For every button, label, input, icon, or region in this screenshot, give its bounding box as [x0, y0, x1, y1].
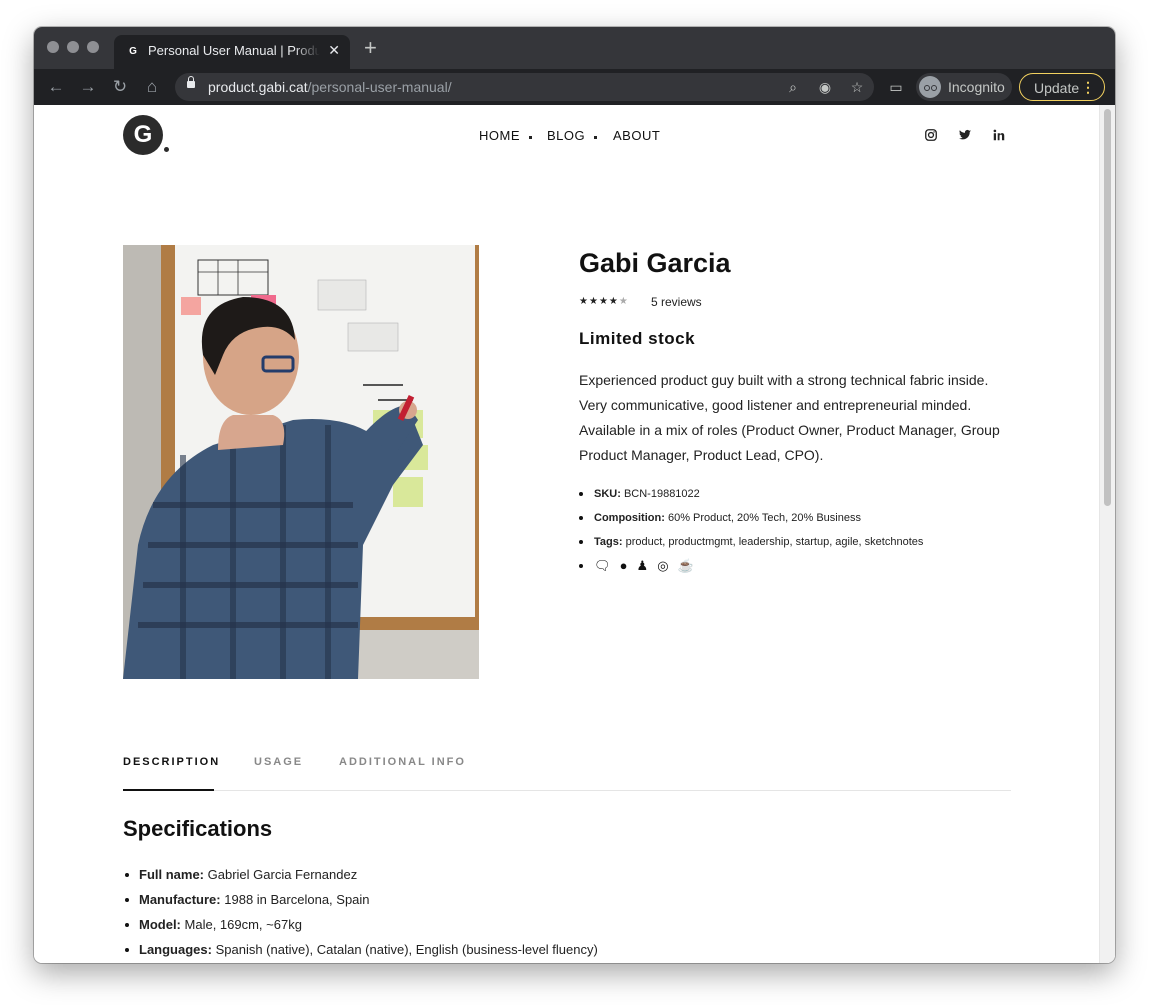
tracking-blocked-icon[interactable]: ◉ — [815, 77, 835, 97]
instagram-icon[interactable] — [923, 128, 939, 142]
spec-label: Full name: — [139, 867, 205, 882]
linkedin-icon[interactable] — [991, 128, 1007, 142]
product-title: Gabi Garcia — [579, 248, 731, 278]
page-scrollbar[interactable] — [1099, 105, 1115, 963]
nav-about[interactable]: ABOUT — [613, 128, 660, 143]
team-icon: ♟ — [636, 558, 649, 573]
browser-window: G Personal User Manual | Product ✕ + ← →… — [34, 27, 1115, 963]
composition-label: Composition: — [594, 512, 665, 524]
sku-value: BCN-19881022 — [623, 488, 700, 500]
back-icon[interactable]: ← — [45, 76, 67, 98]
zoom-icon[interactable]: ⌕ — [783, 77, 803, 97]
close-window-button[interactable] — [47, 41, 59, 53]
url-text[interactable]: product.gabi.cat/personal-user-manual/ — [208, 79, 452, 95]
active-tab-underline — [123, 789, 214, 791]
spec-item: Languages: Spanish (native), Catalan (na… — [125, 942, 598, 963]
spec-item: Manufacture: 1988 in Barcelona, Spain — [125, 892, 598, 917]
tab-strip: G Personal User Manual | Product ✕ + — [34, 27, 1115, 69]
nav-separator — [594, 136, 597, 139]
tags-item: Tags: product, productmgmt, leadership, … — [578, 535, 924, 559]
composition-item: Composition: 60% Product, 20% Tech, 20% … — [578, 511, 923, 535]
nav-blog[interactable]: BLOG — [547, 128, 585, 143]
star-empty-icon: ★ — [618, 296, 629, 307]
sku-label: SKU: — [594, 488, 621, 500]
favicon-icon: G — [126, 45, 140, 59]
lock-icon — [187, 76, 195, 88]
site-logo[interactable]: G — [123, 115, 163, 155]
product-tabs: DESCRIPTION USAGE ADDITIONAL INFO — [123, 756, 1011, 791]
reload-icon[interactable]: ↻ — [109, 76, 131, 98]
menu-dots-icon[interactable]: ⋮ — [1081, 78, 1095, 96]
tab-title: Personal User Manual | Product — [148, 43, 320, 58]
spec-label: Model: — [139, 917, 181, 932]
scrollbar-thumb[interactable] — [1104, 109, 1111, 506]
rating-stars: ★★★★★ — [579, 296, 629, 307]
spec-label: Manufacture: — [139, 892, 221, 907]
spec-item: Model: Male, 169cm, ~67kg — [125, 917, 598, 942]
specifications-list: Full name: Gabriel Garcia Fernandez Manu… — [125, 867, 598, 963]
feature-icons: 🗨 ● ♟ ◎ ☕ — [578, 558, 923, 583]
star-icon: ★ — [608, 296, 619, 307]
star-icon: ★ — [579, 296, 589, 307]
twitter-icon[interactable] — [957, 128, 973, 142]
spec-item: Full name: Gabriel Garcia Fernandez — [125, 867, 598, 892]
tags-label: Tags: — [594, 536, 623, 548]
spec-value: Male, 169cm, ~67kg — [184, 917, 302, 932]
tab-additional-info[interactable]: ADDITIONAL INFO — [339, 756, 466, 768]
update-label: Update — [1034, 80, 1080, 96]
cast-icon[interactable]: ▭ — [886, 77, 906, 97]
stock-status: Limited stock — [579, 329, 696, 348]
close-tab-icon[interactable]: ✕ — [328, 42, 340, 59]
incognito-icon — [919, 76, 941, 98]
forward-icon[interactable]: → — [77, 76, 99, 98]
update-button[interactable]: Update ⋮ — [1019, 73, 1105, 101]
star-icon: ★ — [588, 296, 599, 307]
chat-bubbles-icon: 🗨 — [594, 558, 611, 573]
page-viewport: G HOME BLOG ABOUT Gabi Garcia ★★★★★ 5 re… — [34, 105, 1115, 963]
browser-toolbar: ← → ↻ ⌂ product.gabi.cat/personal-user-m… — [34, 69, 1115, 105]
sku-item: SKU: BCN-19881022 — [578, 487, 923, 511]
coffee-icon: ☕ — [677, 558, 694, 573]
spec-value: Gabriel Garcia Fernandez — [207, 867, 358, 882]
incognito-indicator[interactable]: Incognito — [916, 73, 1012, 101]
composition-value: 60% Product, 20% Tech, 20% Business — [667, 512, 861, 524]
tab-description[interactable]: DESCRIPTION — [123, 756, 220, 768]
nav-separator — [529, 136, 532, 139]
incognito-label: Incognito — [948, 79, 1005, 95]
minimize-window-button[interactable] — [67, 41, 79, 53]
tab-usage[interactable]: USAGE — [254, 756, 303, 768]
logo-dot — [164, 147, 169, 152]
reviews-link[interactable]: 5 reviews — [651, 295, 702, 309]
apple-icon: ● — [619, 558, 628, 573]
star-icon: ★ — [598, 296, 609, 307]
url-host: product.gabi.cat — [208, 79, 308, 95]
url-path: /personal-user-manual/ — [307, 79, 452, 95]
nav-home[interactable]: HOME — [479, 128, 520, 143]
bookmark-star-icon[interactable]: ☆ — [847, 77, 867, 97]
spec-value: 1988 in Barcelona, Spain — [224, 892, 370, 907]
spec-value: Spanish (native), Catalan (native), Engl… — [215, 942, 598, 957]
browser-tab[interactable]: G Personal User Manual | Product ✕ — [114, 35, 350, 69]
new-tab-icon[interactable]: + — [364, 37, 377, 59]
maximize-window-button[interactable] — [87, 41, 99, 53]
product-description: Experienced product guy built with a str… — [579, 372, 1000, 463]
address-bar[interactable]: product.gabi.cat/personal-user-manual/ ⌕… — [175, 73, 874, 101]
product-photo — [123, 245, 479, 679]
tags-value[interactable]: product, productmgmt, leadership, startu… — [626, 536, 924, 548]
specifications-title: Specifications — [123, 816, 273, 841]
product-meta: SKU: BCN-19881022 Composition: 60% Produ… — [578, 487, 924, 583]
home-icon[interactable]: ⌂ — [141, 76, 163, 98]
target-icon: ◎ — [657, 558, 669, 573]
spec-label: Languages: — [139, 942, 212, 957]
